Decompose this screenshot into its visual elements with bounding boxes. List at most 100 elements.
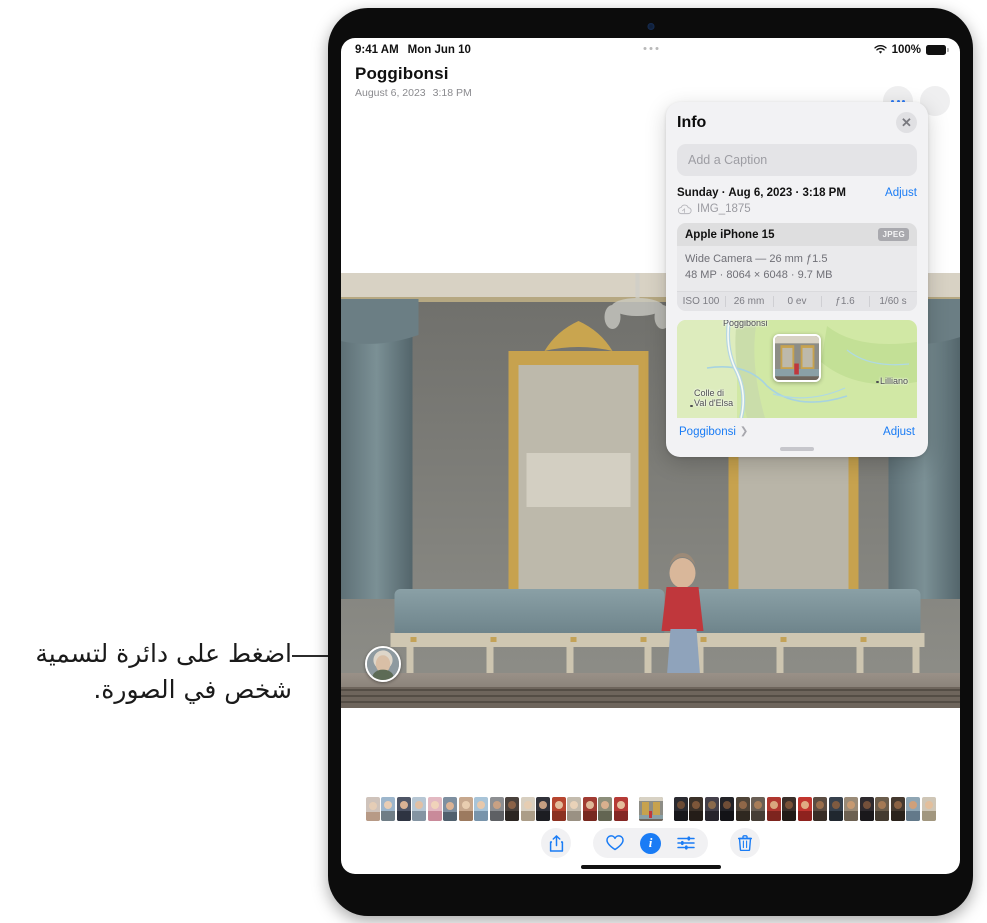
info-button[interactable]: i: [640, 832, 661, 854]
photo-date: August 6, 2023: [355, 87, 426, 99]
info-panel-header: Info ✕: [677, 112, 917, 133]
chevron-right-icon: ❯: [739, 426, 749, 438]
list-item[interactable]: [890, 797, 905, 821]
list-item[interactable]: [520, 797, 535, 821]
close-icon[interactable]: ✕: [896, 112, 917, 133]
share-button[interactable]: [541, 828, 571, 858]
delete-button[interactable]: [730, 828, 760, 858]
map-photo-thumbnail[interactable]: [773, 333, 821, 382]
favorite-button[interactable]: [606, 835, 624, 851]
caption-placeholder: Add a Caption: [688, 153, 768, 167]
camera-body: Wide Camera — 26 mm ƒ1.5 48 MP · 8064 × …: [677, 246, 917, 291]
list-item-selected[interactable]: [638, 797, 663, 821]
list-item[interactable]: [582, 797, 597, 821]
camera-specs: 48 MP · 8064 × 6048 · 9.7 MB: [685, 268, 833, 281]
ipad-device-frame: 9:41 AM Mon Jun 10 100% Poggibonsi Augus…: [328, 8, 973, 916]
list-item[interactable]: [673, 797, 688, 821]
info-panel-title: Info: [677, 113, 707, 131]
list-item[interactable]: [782, 797, 796, 821]
caption-input[interactable]: Add a Caption: [677, 144, 917, 176]
list-item[interactable]: [813, 797, 827, 821]
map-place-name: Poggibonsi: [679, 425, 736, 438]
photo-subtitle: August 6, 2023 3:18 PM: [355, 87, 479, 99]
map-thumb-illustration: [775, 335, 819, 380]
thumbnail-filmstrip[interactable]: [341, 796, 960, 822]
camera-info-card: Apple iPhone 15 JPEG Wide Camera — 26 mm…: [677, 223, 917, 311]
camera-name: Apple iPhone 15: [685, 228, 775, 241]
map-footer: Poggibonsi ❯ Adjust: [677, 418, 917, 447]
list-item[interactable]: [797, 797, 812, 821]
list-item[interactable]: [474, 797, 488, 821]
list-item[interactable]: [536, 797, 550, 821]
file-row: IMG_1875: [677, 203, 917, 223]
more-dots-icon[interactable]: [643, 47, 658, 50]
bottom-toolbar: i: [341, 828, 960, 858]
exif-iso: ISO 100: [682, 295, 720, 307]
battery-icon: [926, 45, 949, 55]
adjust-button[interactable]: [677, 835, 695, 851]
list-item[interactable]: [381, 797, 395, 821]
exif-shutter: 1/60 s: [869, 292, 917, 311]
file-name: IMG_1875: [697, 203, 751, 215]
list-item[interactable]: [396, 797, 411, 821]
page-title: Poggibonsi: [355, 64, 449, 83]
list-item[interactable]: [735, 797, 750, 821]
list-item[interactable]: [704, 797, 719, 821]
wifi-icon: [873, 45, 887, 54]
icloud-icon: [677, 204, 692, 214]
list-item[interactable]: [906, 797, 920, 821]
list-item[interactable]: [859, 797, 874, 821]
list-item[interactable]: [613, 797, 628, 821]
adjust-location-button[interactable]: Adjust: [883, 426, 915, 438]
list-item[interactable]: [720, 797, 734, 821]
list-item[interactable]: [412, 797, 426, 821]
photo-datetime: Sunday · Aug 6, 2023 · 3:18 PM: [677, 187, 846, 199]
grabber-handle[interactable]: [780, 446, 814, 451]
map-label-lilliano: Lilliano: [880, 375, 909, 386]
list-item[interactable]: [505, 797, 519, 821]
list-item[interactable]: [844, 797, 858, 821]
exif-aperture: ƒ1.6: [821, 292, 869, 311]
list-item[interactable]: [567, 797, 581, 821]
list-item[interactable]: [551, 797, 566, 821]
map-canvas[interactable]: Poggibonsi Lilliano Colle di Val d'Elsa: [677, 319, 917, 418]
photo-time: 3:18 PM: [432, 87, 472, 99]
list-item[interactable]: [443, 797, 457, 821]
list-item[interactable]: [458, 797, 473, 821]
photo-date-row: Sunday · Aug 6, 2023 · 3:18 PM Adjust: [677, 187, 917, 199]
sliders-icon: [677, 836, 695, 850]
exif-exposure: 0 ev: [773, 292, 821, 311]
list-item[interactable]: [489, 797, 504, 821]
info-panel: Info ✕ Add a Caption Sunday · Aug 6, 202…: [666, 102, 928, 457]
location-map[interactable]: Poggibonsi Lilliano Colle di Val d'Elsa: [677, 319, 917, 447]
exif-focal: 26 mm: [725, 292, 773, 311]
status-date: Mon Jun 10: [407, 44, 471, 56]
device-screen: 9:41 AM Mon Jun 10 100% Poggibonsi Augus…: [341, 38, 960, 874]
face-circle-icon[interactable]: [365, 646, 401, 682]
status-time: 9:41 AM: [355, 44, 399, 56]
list-item[interactable]: [751, 797, 765, 821]
screenshot-root: اضغط على دائرة لتسمية شخص في الصورة. 9:4…: [0, 0, 987, 923]
trash-icon: [738, 835, 752, 851]
camera-header: Apple iPhone 15 JPEG: [677, 223, 917, 246]
share-icon: [549, 834, 563, 852]
list-item[interactable]: [921, 797, 936, 821]
camera-lens: Wide Camera — 26 mm ƒ1.5: [685, 253, 828, 265]
list-item[interactable]: [427, 797, 442, 821]
map-label-poggibonsi: Poggibonsi: [723, 319, 768, 328]
list-item[interactable]: [598, 797, 612, 821]
adjust-date-button[interactable]: Adjust: [885, 187, 917, 199]
list-item[interactable]: [689, 797, 703, 821]
status-bar: 9:41 AM Mon Jun 10 100%: [341, 38, 960, 62]
battery-percent: 100%: [891, 44, 921, 56]
format-badge: JPEG: [878, 228, 909, 241]
list-item[interactable]: [828, 797, 843, 821]
heart-icon: [606, 835, 624, 851]
home-indicator: [580, 865, 721, 869]
list-item[interactable]: [875, 797, 889, 821]
list-item[interactable]: [365, 797, 380, 821]
map-place-link[interactable]: Poggibonsi ❯: [679, 426, 748, 438]
callout-text: اضغط على دائرة لتسمية شخص في الصورة.: [35, 639, 292, 704]
toolbar-center-group: i: [593, 828, 708, 858]
list-item[interactable]: [766, 797, 781, 821]
